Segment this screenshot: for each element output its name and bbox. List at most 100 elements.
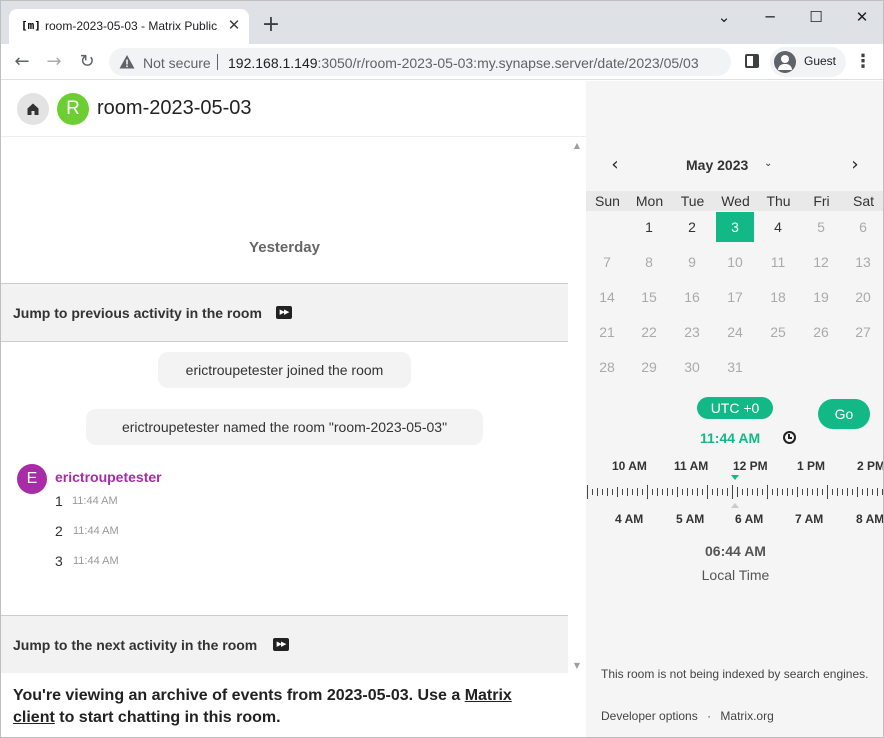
timeline-tick [857, 487, 858, 497]
clock-icon[interactable] [783, 431, 796, 444]
room-view: R room-2023-05-03 Yesterday Jump to prev… [1, 81, 586, 737]
reload-button[interactable]: ↻ [74, 49, 100, 75]
home-button[interactable] [17, 93, 49, 125]
time-scrubber[interactable]: 10 AM 11 AM 12 PM 1 PM 2 PM 4 AM 5 AM 6 … [586, 453, 883, 533]
tab-search-icon[interactable]: ⌄ [701, 5, 747, 29]
local-hour-label: 6 AM [735, 512, 764, 526]
close-window-button[interactable]: ✕ [839, 5, 883, 29]
calendar-day[interactable]: 2 [673, 212, 711, 242]
tab-close-icon[interactable]: ✕ [225, 17, 243, 35]
calendar-day: 9 [688, 254, 696, 270]
next-month-button[interactable]: › [845, 155, 865, 175]
page: R room-2023-05-03 Yesterday Jump to prev… [1, 81, 883, 737]
developer-options-link[interactable]: Developer options [601, 709, 698, 723]
calendar-day[interactable]: 3 [716, 212, 754, 242]
back-button[interactable]: ← [9, 49, 35, 75]
message-timestamp[interactable]: 11:44 AM [73, 525, 119, 537]
calendar-day: 25 [770, 324, 786, 340]
calendar-day[interactable]: 4 [759, 212, 797, 242]
calendar-day: 13 [855, 254, 871, 270]
timeline-tick [802, 489, 803, 495]
local-hour-label: 5 AM [676, 512, 705, 526]
timeline-tick [817, 488, 818, 496]
calendar-day: 11 [770, 254, 786, 270]
new-tab-button[interactable]: + [259, 13, 283, 37]
address-bar[interactable]: Not secure 192.168.1.149:3050/r/room-202… [109, 48, 731, 76]
timeline-tick [697, 488, 698, 496]
month-select[interactable]: May 2023 [686, 157, 748, 173]
previous-month-button[interactable]: ‹ [605, 155, 625, 175]
calendar-day: 24 [727, 324, 743, 340]
timeline-tick [602, 489, 603, 495]
scroll-down-icon[interactable]: ▼ [572, 661, 582, 671]
url-text[interactable]: 192.168.1.149:3050/r/room-2023-05-03:my.… [228, 55, 699, 71]
home-icon [27, 103, 39, 115]
timeline-tick [707, 485, 708, 499]
timeline-tick [587, 485, 588, 499]
calendar-day: 15 [641, 289, 657, 305]
message-body: 1 [55, 493, 63, 509]
timeline-tick [772, 489, 773, 495]
room-avatar: R [57, 93, 89, 125]
go-button[interactable]: Go [818, 399, 870, 429]
browser-tab[interactable]: [m] room-2023-05-03 - Matrix Public ✕ [9, 9, 249, 44]
timeline-tick [842, 489, 843, 495]
timeline[interactable]: Yesterday Jump to previous activity in t… [1, 137, 568, 673]
timeline-tick [882, 489, 883, 495]
timeline-tick [847, 488, 848, 496]
calendar-day: 7 [603, 254, 611, 270]
state-event-named: erictroupetester named the room "room-20… [86, 409, 483, 445]
message-timestamp[interactable]: 11:44 AM [72, 495, 118, 507]
jump-previous-activity[interactable]: Jump to previous activity in the room ▶▶ [1, 283, 568, 342]
calendar-day: 12 [813, 254, 829, 270]
archive-notice-text-end: to start chatting in this room. [54, 709, 281, 726]
weekday-label: Sat [852, 193, 874, 209]
weekday-label: Wed [721, 193, 750, 209]
tab-title: room-2023-05-03 - Matrix Public [45, 19, 218, 33]
browser-menu-icon[interactable]: ⋮ [853, 51, 873, 73]
scroll-up-icon[interactable]: ▲ [572, 141, 582, 151]
security-label[interactable]: Not secure [143, 55, 211, 71]
maximize-button[interactable]: ☐ [793, 5, 839, 29]
timeline-tick [617, 487, 618, 497]
matrix-org-link[interactable]: Matrix.org [720, 709, 773, 723]
calendar-day[interactable]: 1 [630, 212, 668, 242]
warning-icon [119, 55, 135, 69]
calendar-day: 29 [641, 359, 657, 375]
jump-next-activity[interactable]: Jump to the next activity in the room ▶▶ [1, 615, 568, 673]
timeline-scrollbar[interactable]: ▲ ▼ [568, 137, 586, 673]
browser-toolbar: ← → ↻ Not secure 192.168.1.149:3050/r/ro… [1, 44, 883, 80]
utc-hour-label: 10 AM [612, 459, 647, 473]
minimize-button[interactable]: ─ [747, 5, 793, 29]
calendar-weekdays: Sun Mon Tue Wed Thu Fri Sat [586, 191, 883, 211]
sender-name[interactable]: erictroupetester [55, 469, 162, 485]
timezone-button[interactable]: UTC +0 [697, 397, 773, 419]
calendar-day: 22 [641, 324, 657, 340]
weekday-label: Thu [766, 193, 791, 209]
timeline-tick [682, 489, 683, 495]
url-host: 192.168.1.149 [228, 55, 318, 71]
jump-previous-label: Jump to previous activity in the room [13, 305, 262, 321]
timeline-tick [872, 489, 873, 495]
selected-time[interactable]: 11:44 AM [700, 430, 760, 446]
guest-avatar-icon [774, 51, 796, 73]
fast-forward-icon: ▶▶ [276, 306, 292, 319]
message-timestamp[interactable]: 11:44 AM [73, 555, 119, 567]
timeline-tick [727, 488, 728, 496]
side-panel-icon[interactable] [745, 54, 759, 68]
chevron-down-icon: ⌄ [764, 158, 773, 169]
profile-label: Guest [804, 54, 837, 68]
timeline-tick [732, 485, 733, 499]
browser-window: [m] room-2023-05-03 - Matrix Public ✕ + … [0, 0, 884, 738]
profile-button[interactable]: Guest [770, 47, 846, 77]
footer-separator: · [707, 709, 712, 723]
timeline-tick [607, 488, 608, 496]
sender-avatar[interactable]: E [17, 464, 47, 494]
timeline-tick [637, 488, 638, 496]
timeline-tick [712, 489, 713, 495]
forward-button[interactable]: → [41, 49, 67, 75]
matrix-client-link-word-1: Matrix [464, 687, 512, 704]
timeline-tick [702, 489, 703, 495]
calendar-day: 18 [770, 289, 786, 305]
local-time-marker [731, 503, 739, 508]
